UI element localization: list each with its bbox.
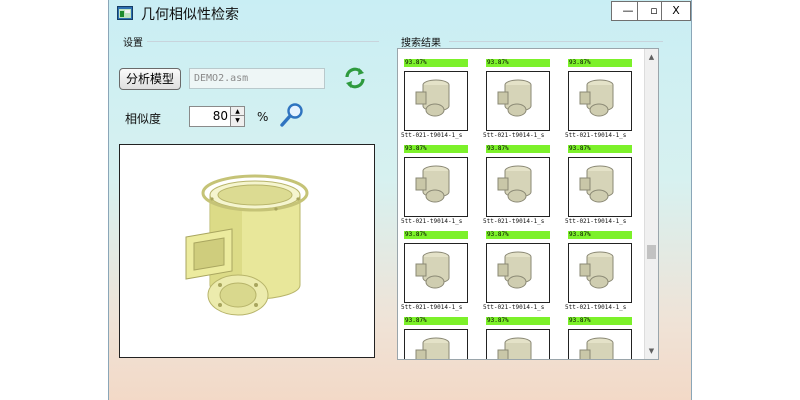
similarity-bar: 93.87% [404, 59, 468, 67]
result-name: 5tt-021-t9014-1_s [565, 132, 627, 139]
result-name: 5tt-021-t9014-1_s [401, 304, 463, 311]
stepper-down-icon[interactable]: ▼ [230, 116, 244, 126]
similarity-bar: 93.87% [404, 145, 468, 153]
scrollbar-thumb[interactable] [647, 245, 656, 259]
similarity-bar: 93.87% [568, 145, 632, 153]
result-model-icon [497, 165, 532, 203]
result-card[interactable]: 93.87% [404, 317, 468, 359]
result-card[interactable]: 93.87% 5tt-021-t9014-1_s [565, 145, 632, 229]
result-model-icon [497, 251, 532, 289]
result-card[interactable]: 93.87% 5tt-021-t9014-1_s [565, 59, 632, 143]
analyze-model-button[interactable]: 分析模型 [119, 68, 181, 90]
similarity-bar: 93.87% [568, 59, 632, 67]
result-thumbnail[interactable] [486, 243, 550, 303]
result-thumbnail[interactable] [486, 71, 550, 131]
results-scrollbar[interactable]: ▲ ▼ [644, 49, 658, 359]
result-card[interactable]: 93.87% 5tt-021-t9014-1_s [401, 231, 468, 315]
result-model-icon [415, 79, 450, 117]
refresh-icon[interactable] [343, 66, 367, 90]
result-thumbnail[interactable] [568, 243, 632, 303]
scroll-down-icon[interactable]: ▼ [645, 345, 658, 357]
result-model-icon [579, 251, 614, 289]
result-model-icon [579, 165, 614, 203]
model-preview-image [185, 174, 309, 316]
results-list[interactable]: 93.87% 5tt-021-t9014-1_s 93.87% 5tt-021-t90… [397, 48, 659, 360]
percent-symbol: % [257, 110, 269, 124]
result-model-icon [497, 79, 532, 117]
magnifier-icon[interactable] [279, 102, 305, 128]
result-thumbnail[interactable] [404, 71, 468, 131]
scroll-up-icon[interactable]: ▲ [645, 51, 658, 63]
result-thumbnail[interactable] [486, 157, 550, 217]
result-name: 5tt-021-t9014-1_s [401, 132, 463, 139]
result-name: 5tt-021-t9014-1_s [401, 218, 463, 225]
similarity-bar: 93.87% [404, 231, 468, 239]
settings-group-label: 设置 [123, 38, 143, 49]
result-card[interactable]: 93.87% 5tt-021-t9014-1_s [401, 145, 468, 229]
result-model-icon [579, 337, 614, 359]
settings-group-divider [147, 41, 379, 42]
result-model-icon [415, 165, 450, 203]
results-group-label: 搜索结果 [401, 38, 441, 49]
result-model-icon [415, 337, 450, 359]
similarity-bar: 93.87% [404, 317, 468, 325]
similarity-stepper[interactable]: 80 ▲ ▼ [189, 106, 245, 127]
results-group-divider [449, 41, 663, 42]
result-name: 5tt-021-t9014-1_s [483, 218, 545, 225]
similarity-label: 相似度 [125, 112, 162, 126]
result-model-icon [579, 79, 614, 117]
similarity-bar: 93.87% [486, 59, 550, 67]
result-name: 5tt-021-t9014-1_s [565, 218, 627, 225]
result-card[interactable]: 93.87% [486, 317, 550, 359]
app-window-icon [117, 6, 133, 20]
result-thumbnail[interactable] [404, 243, 468, 303]
result-card[interactable]: 93.87% 5tt-021-t9014-1_s [401, 59, 468, 143]
result-name: 5tt-021-t9014-1_s [565, 304, 627, 311]
similarity-bar: 93.87% [486, 317, 550, 325]
result-card[interactable]: 93.87% [568, 317, 632, 359]
similarity-bar: 93.87% [486, 231, 550, 239]
result-model-icon [415, 251, 450, 289]
similarity-bar: 93.87% [568, 317, 632, 325]
title-bar: 几何相似性检索 — ▫ X [109, 0, 691, 26]
result-model-icon [497, 337, 532, 359]
result-card[interactable]: 93.87% 5tt-021-t9014-1_s [483, 145, 550, 229]
result-card[interactable]: 93.87% 5tt-021-t9014-1_s [565, 231, 632, 315]
result-thumbnail[interactable] [404, 157, 468, 217]
similarity-bar: 93.87% [568, 231, 632, 239]
result-name: 5tt-021-t9014-1_s [483, 304, 545, 311]
result-thumbnail[interactable] [568, 157, 632, 217]
result-thumbnail[interactable] [568, 71, 632, 131]
result-thumbnail[interactable] [486, 329, 550, 359]
close-button[interactable]: X [661, 1, 691, 21]
result-card[interactable]: 93.87% 5tt-021-t9014-1_s [483, 59, 550, 143]
result-card[interactable]: 93.87% 5tt-021-t9014-1_s [483, 231, 550, 315]
stepper-up-icon[interactable]: ▲ [230, 107, 244, 116]
app-window: 几何相似性检索 — ▫ X 设置 分析模型 DEMO2.asm 相似度 80 ▲… [108, 0, 692, 400]
model-preview-panel[interactable] [119, 144, 375, 358]
similarity-value[interactable]: 80 [213, 109, 228, 123]
window-title: 几何相似性检索 [141, 7, 239, 23]
result-thumbnail[interactable] [404, 329, 468, 359]
result-thumbnail[interactable] [568, 329, 632, 359]
result-name: 5tt-021-t9014-1_s [483, 132, 545, 139]
model-file-field[interactable]: DEMO2.asm [189, 68, 325, 89]
similarity-bar: 93.87% [486, 145, 550, 153]
